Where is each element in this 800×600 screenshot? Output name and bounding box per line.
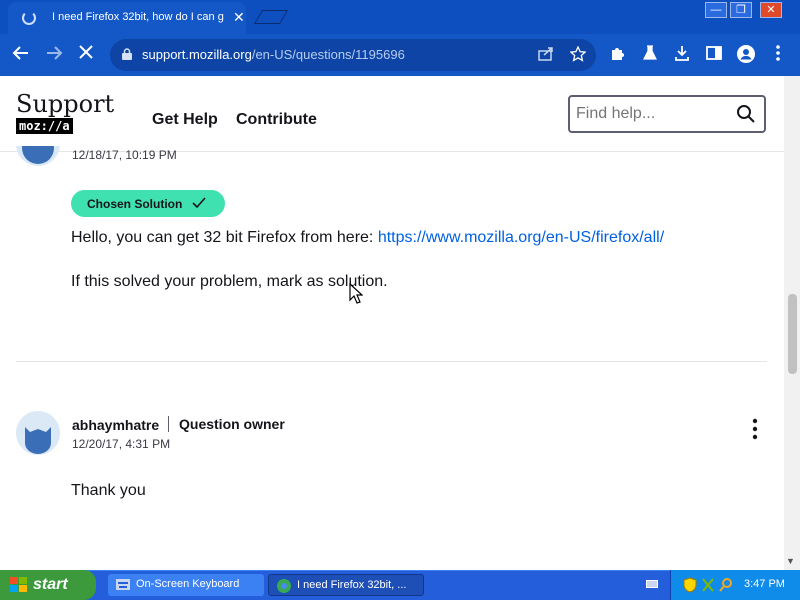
profile-avatar-icon[interactable] [736,44,756,64]
chrome-icon [277,579,291,593]
maximize-button[interactable]: ❐ [730,2,752,18]
reply-text: Thank you [71,482,146,499]
mozilla-wordmark[interactable]: moz://a [16,118,73,134]
bookmark-star-icon[interactable] [569,45,587,66]
answer-timestamp: 12/18/17, 10:19 PM [72,148,177,162]
system-tray: 3:47 PM [670,570,800,600]
taskbar-label-keyboard: On-Screen Keyboard [136,578,240,590]
screen: I need Firefox 32bit, how do I can ge ✕ … [0,0,800,600]
lock-icon [122,48,132,60]
taskbar-item-keyboard[interactable]: On-Screen Keyboard [108,574,264,596]
question-owner-label: Question owner [179,416,285,432]
check-icon [192,197,206,209]
search-field[interactable] [576,103,726,125]
browser-tab-active[interactable]: I need Firefox 32bit, how do I can ge ✕ [8,2,246,34]
reply-timestamp: 12/20/17, 4:31 PM [72,437,171,451]
firefox-download-link[interactable]: https://www.mozilla.org/en-US/firefox/al… [378,229,664,246]
author-separator [168,416,169,432]
url-path: /en-US/questions/1195696 [251,47,405,62]
taskbar-item-browser[interactable]: I need Firefox 32bit, ... [268,574,424,596]
stop-loading-icon[interactable] [78,44,94,65]
nav-contribute-link[interactable]: Contribute [236,111,317,129]
site-search-box[interactable] [568,95,766,133]
tab-title: I need Firefox 32bit, how do I can ge [52,11,224,23]
mouse-cursor-icon [349,283,363,304]
url-text: support.mozilla.org/en-US/questions/1195… [142,47,405,62]
browser-menu-icon[interactable] [768,44,788,64]
cat-avatar-icon [16,411,60,455]
post-options-icon[interactable] [745,418,765,440]
extensions-icon[interactable] [608,44,628,64]
chosen-solution-badge: Chosen Solution [71,190,225,217]
reply-author[interactable]: abhaymhatre [72,417,159,433]
keyboard-icon [116,579,130,590]
network-icon[interactable] [701,577,715,593]
address-bar[interactable]: support.mozilla.org/en-US/questions/1195… [110,39,596,71]
taskbar-clock[interactable]: 3:47 PM [744,578,785,590]
browser-titlebar: I need Firefox 32bit, how do I can ge ✕ … [0,0,800,34]
scrollbar-thumb[interactable] [788,294,797,374]
chosen-solution-label: Chosen Solution [87,197,183,211]
tray-keyboard-icon[interactable] [646,580,658,588]
answer-line-2: If this solved your problem, mark as sol… [71,273,388,290]
scroll-down-arrow-icon[interactable]: ▼ [786,556,795,566]
download-icon[interactable] [672,44,692,64]
url-domain: support.mozilla.org [142,47,252,62]
post-divider [16,361,767,362]
forward-icon[interactable] [45,44,63,67]
tab-close-icon[interactable]: ✕ [233,9,245,26]
magnifier-icon[interactable] [736,104,756,124]
close-window-button[interactable]: ✕ [760,2,782,18]
share-icon[interactable] [538,46,554,66]
back-icon[interactable] [12,44,30,67]
new-tab-button[interactable] [253,10,289,24]
nav-get-help-link[interactable]: Get Help [152,111,218,129]
security-shield-icon[interactable] [683,577,697,593]
browser-toolbar: support.mozilla.org/en-US/questions/1195… [0,34,800,76]
side-panel-icon[interactable] [704,44,724,64]
site-logo-support-text[interactable]: Support [16,90,114,118]
loading-spinner-icon [22,11,36,25]
reply-avatar [16,411,60,455]
answer-line-1: Hello, you can get 32 bit Firefox from h… [71,229,664,247]
windows-logo-icon [10,577,27,592]
start-label: start [33,576,68,593]
labs-flask-icon[interactable] [640,44,660,64]
tray-search-icon[interactable] [719,577,733,593]
minimize-button[interactable]: — [705,2,727,18]
start-button[interactable]: start [0,570,96,600]
answer-text: Hello, you can get 32 bit Firefox from h… [71,229,378,246]
taskbar-label-browser: I need Firefox 32bit, ... [297,579,407,591]
